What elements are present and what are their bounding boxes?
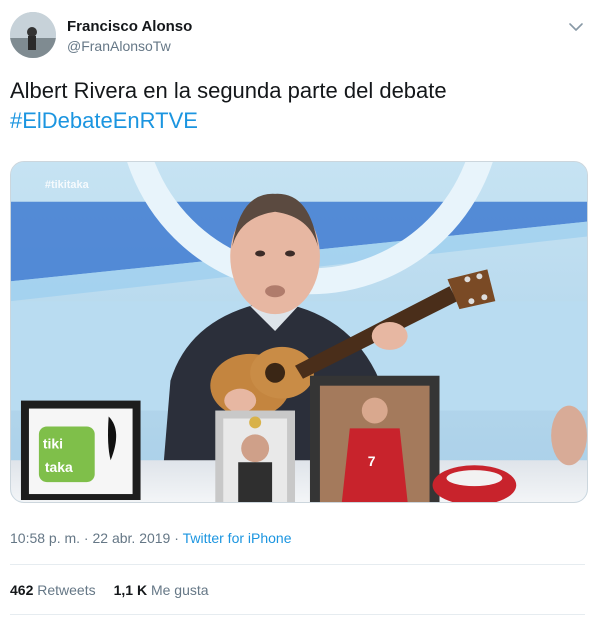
retweets-label: Retweets	[37, 582, 96, 598]
tweet-time[interactable]: 10:58 p. m.	[10, 530, 80, 546]
tweet-source-link[interactable]: Twitter for iPhone	[183, 530, 292, 546]
jersey-number: 7	[368, 453, 376, 469]
watermark-text: #tikitaka	[45, 179, 90, 191]
tweet-media-image[interactable]: #tikitaka tiki taka 7	[10, 161, 588, 503]
likes-count: 1,1 K	[113, 582, 148, 598]
divider	[10, 564, 585, 565]
retweets-count: 462	[10, 582, 34, 598]
author-avatar[interactable]	[10, 12, 56, 58]
hashtag-link[interactable]: #ElDebateEnRTVE	[10, 106, 585, 136]
tweet-stats: 462 Retweets 1,1 K Me gusta	[10, 582, 209, 598]
tweet-text: Albert Rivera en la segunda parte del de…	[10, 76, 585, 136]
meta-separator: ·	[80, 530, 93, 546]
sticker-line1: tiki	[43, 435, 63, 451]
studio-photo: #tikitaka tiki taka 7	[11, 162, 587, 502]
chevron-down-icon[interactable]	[567, 18, 585, 36]
sticker-line2: taka	[45, 459, 73, 475]
author-handle[interactable]: @FranAlonsoTw	[67, 38, 171, 54]
meta-separator: ·	[170, 530, 183, 546]
avatar-image	[10, 12, 56, 58]
likes-label: Me gusta	[150, 582, 209, 598]
tweet-meta: 10:58 p. m. · 22 abr. 2019 · Twitter for…	[10, 530, 292, 546]
retweets-stat[interactable]: 462 Retweets	[10, 582, 96, 598]
likes-stat[interactable]: 1,1 K Me gusta	[114, 582, 209, 598]
author-name[interactable]: Francisco Alonso	[67, 18, 192, 35]
tweet-date[interactable]: 22 abr. 2019	[93, 530, 171, 546]
divider	[10, 614, 585, 615]
tweet-body: Albert Rivera en la segunda parte del de…	[10, 78, 447, 103]
